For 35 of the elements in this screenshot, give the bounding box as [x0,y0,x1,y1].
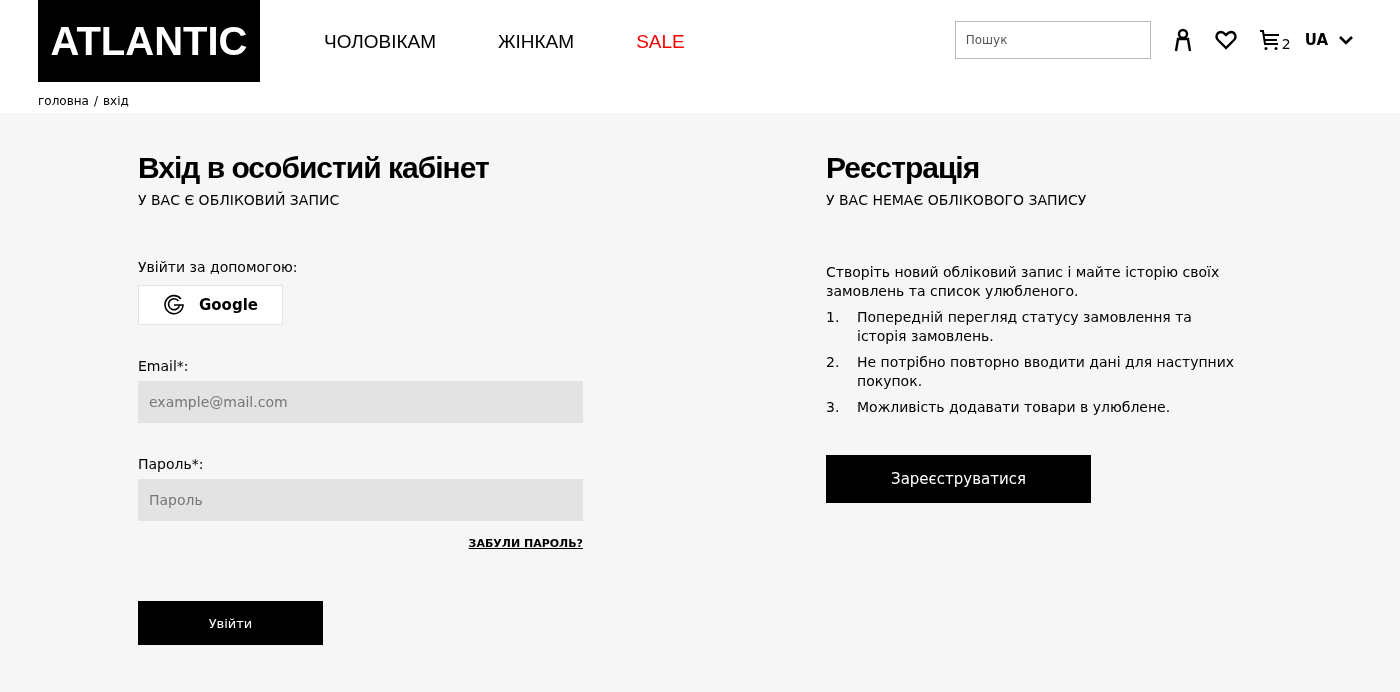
section-subtitle: У ВАС Є ОБЛІКОВИЙ ЗАПИС [138,192,340,208]
list-number: 3. [826,398,841,417]
nav-link[interactable]: SALE [636,31,685,53]
user-icon[interactable] [1172,28,1193,52]
list-number: 2. [826,353,841,372]
forgot-password-link[interactable]: ЗАБУЛИ ПАРОЛЬ? [468,537,583,550]
heart-icon[interactable] [1214,30,1237,50]
input-field[interactable]: Пароль [138,479,583,521]
section-title: Вхід в особистий кабінет [138,150,489,186]
input-field[interactable]: example@mail.com [138,381,583,423]
list-number: 1. [826,308,841,327]
breadcrumb-item: вхід [103,94,129,110]
nav-link[interactable]: ЖІНКАМ [498,31,575,53]
field-label: Пароль*: [138,456,204,472]
google-icon [163,294,185,316]
logo[interactable]: ATLANTIC [38,0,260,82]
cart-count: 2 [1281,37,1291,51]
section-subtitle: У ВАС НЕМАЄ ОБЛІКОВОГО ЗАПИСУ [826,192,1087,208]
language-selector[interactable]: UA [1304,31,1354,49]
breadcrumb-item[interactable]: головна [38,94,89,113]
social-label: Увійти за допомогою: [138,259,298,275]
nav-link[interactable]: ЧОЛОВІКАМ [324,31,436,53]
cart-icon[interactable] [1258,29,1281,51]
field-label: Email*: [138,358,189,374]
chevron-icon [1338,35,1354,45]
intro-text: Створіть новий обліковий запис і майте історію своїх замовлень та список улюбленого. [826,263,1221,301]
register-button[interactable]: Зареєструватися [826,455,1091,503]
search-field[interactable]: Пошук [954,21,1151,59]
list-text: Попередній перегляд статусу замовлення та історія замовлень. [857,308,1193,346]
section-title: Реєстрація [826,150,980,186]
breadcrumb-item: / [93,94,98,110]
login-button[interactable]: Увійти [138,601,323,645]
list-text: Можливість додавати товари в улюблене. [857,398,1172,417]
list-text: Не потрібно повторно вводити дані для наступних покупок. [857,353,1236,391]
google-button[interactable]: Google [138,285,283,325]
